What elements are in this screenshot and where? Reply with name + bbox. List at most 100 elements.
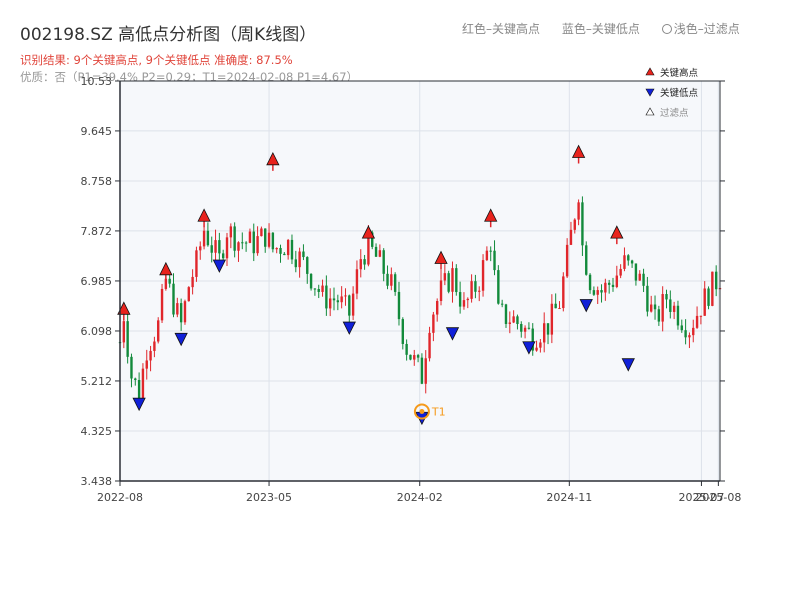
candle-body xyxy=(692,327,695,336)
candle-body xyxy=(405,343,408,355)
candle xyxy=(562,272,565,312)
candle-body xyxy=(313,288,317,290)
candle-body xyxy=(573,219,576,230)
candle-body xyxy=(432,314,435,333)
candle-body xyxy=(466,298,469,301)
candlestick-chart: T1 3.438 4.325 5.212 6.098 6.985 7.872 8.758 9.… xyxy=(81,67,742,504)
candle-body xyxy=(237,242,240,251)
candle-body xyxy=(470,281,473,299)
candle-body xyxy=(504,304,508,324)
candle xyxy=(157,317,160,344)
candle xyxy=(497,265,500,305)
candle-body xyxy=(393,274,397,292)
candle-body xyxy=(290,239,294,260)
candle-body xyxy=(328,298,332,309)
x-tick-label: 2025-08 xyxy=(695,491,741,504)
candle xyxy=(187,286,190,302)
y-tick-label: 5.212 xyxy=(81,375,113,388)
candle-body xyxy=(359,259,362,270)
candle-body xyxy=(539,342,542,348)
candle-body xyxy=(638,273,641,281)
candle-body xyxy=(699,315,703,317)
candle-body xyxy=(642,273,645,286)
candle xyxy=(195,246,198,282)
candle-body xyxy=(711,271,714,306)
candle-body xyxy=(562,276,565,309)
candle-body xyxy=(229,226,233,238)
y-tick-label: 10.53 xyxy=(81,75,113,88)
candle-body xyxy=(619,268,622,276)
candle-body xyxy=(351,293,355,316)
candle-body xyxy=(439,280,443,302)
candle-body xyxy=(676,305,680,326)
candle-body xyxy=(523,327,527,332)
candle-body xyxy=(401,319,405,344)
candle-body xyxy=(604,282,607,293)
candle-body xyxy=(206,230,210,246)
candle-body xyxy=(321,285,324,292)
candle-body xyxy=(340,296,343,303)
candle-body xyxy=(122,321,126,343)
candle-body xyxy=(134,378,137,381)
candle-body xyxy=(650,304,653,312)
candle-body xyxy=(630,260,634,264)
candle-body xyxy=(611,284,615,287)
candle-body xyxy=(306,257,309,274)
candle-body xyxy=(244,242,248,244)
candle-body xyxy=(252,231,255,254)
candle-body xyxy=(325,285,328,309)
candle-body xyxy=(707,288,710,306)
legend-high: 关键高点 xyxy=(645,67,699,79)
candle xyxy=(481,254,485,297)
candle xyxy=(183,299,187,325)
y-tick-label: 8.758 xyxy=(81,175,113,188)
x-tick-label: 2022-08 xyxy=(97,491,143,504)
candle-body xyxy=(596,290,599,295)
candle-body xyxy=(569,229,573,245)
candle-body xyxy=(592,290,596,295)
candle-body xyxy=(558,308,561,310)
candle-body xyxy=(543,323,546,343)
candle-body xyxy=(581,202,584,246)
candle-body xyxy=(191,276,194,288)
candle-body xyxy=(390,274,393,286)
candle-body xyxy=(179,303,183,323)
candle-body xyxy=(233,226,236,251)
candle-body xyxy=(409,354,412,360)
candle-body xyxy=(462,300,466,307)
candle-body xyxy=(160,288,164,321)
candle-body xyxy=(489,250,492,252)
candle-body xyxy=(302,251,305,258)
candle-body xyxy=(512,316,515,323)
candle-body xyxy=(497,270,500,304)
candle-body xyxy=(428,332,431,359)
candle xyxy=(420,353,424,385)
candle-body xyxy=(241,242,244,244)
candle-body xyxy=(688,335,691,338)
candle-body xyxy=(267,232,271,247)
candle-body xyxy=(271,232,275,250)
candle-body xyxy=(225,237,229,259)
candle-body xyxy=(348,295,351,316)
candle-body xyxy=(665,294,668,300)
candle-body xyxy=(661,294,664,322)
candle-body xyxy=(455,268,458,293)
candle-body xyxy=(149,350,152,361)
candle-body xyxy=(627,255,630,261)
candle-body xyxy=(600,290,603,293)
candle-body xyxy=(309,273,313,289)
candle-body xyxy=(684,330,687,338)
candle xyxy=(160,283,164,323)
candle-body xyxy=(447,273,450,292)
candle-body xyxy=(195,250,198,277)
legend-filtered-label: 过滤点 xyxy=(660,107,689,119)
candle-body xyxy=(646,285,649,312)
candle-body xyxy=(130,356,133,379)
candle-body xyxy=(145,360,148,369)
candle-body xyxy=(554,303,557,309)
candle-body xyxy=(363,259,366,265)
candle-body xyxy=(199,246,202,251)
candle-body xyxy=(355,269,359,294)
candle-body xyxy=(187,287,190,302)
candle-body xyxy=(585,245,588,275)
